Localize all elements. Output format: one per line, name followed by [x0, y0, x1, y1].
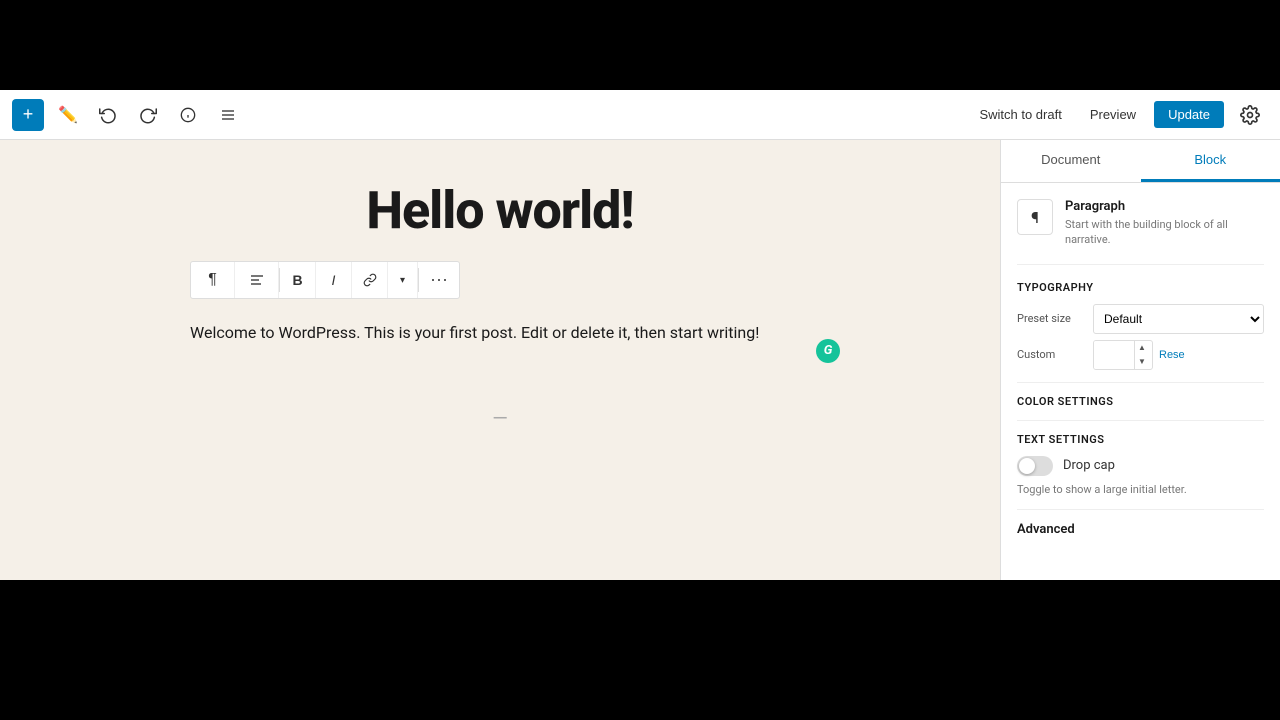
drop-cap-toggle[interactable] [1017, 456, 1053, 476]
typography-title: Typography [1017, 281, 1264, 294]
italic-button[interactable]: I [316, 262, 352, 298]
size-up-arrow[interactable]: ▲ [1135, 341, 1149, 355]
divider2 [1017, 382, 1264, 383]
list-view-button[interactable] [212, 99, 244, 131]
custom-label: Custom [1017, 348, 1087, 361]
grammarly-icon: G [824, 340, 833, 362]
bold-button[interactable]: B [280, 262, 316, 298]
size-stepper: ▲ ▼ [1134, 341, 1149, 369]
tab-document[interactable]: Document [1001, 140, 1141, 182]
editor-canvas: Hello world! ¶ B I ▾ ⋯ Welcome to WordPr… [0, 140, 1000, 580]
block-info: ¶ Paragraph Start with the building bloc… [1017, 199, 1264, 248]
size-down-arrow[interactable]: ▼ [1135, 355, 1149, 369]
link-button[interactable] [352, 262, 388, 298]
advanced-title[interactable]: Advanced [1017, 522, 1264, 537]
custom-size-input-wrap: ▲ ▼ [1093, 340, 1153, 370]
post-body[interactable]: Welcome to WordPress. This is your first… [190, 319, 810, 346]
post-title[interactable]: Hello world! [190, 180, 810, 241]
update-button[interactable]: Update [1154, 101, 1224, 128]
redo-button[interactable] [132, 99, 164, 131]
block-name: Paragraph [1065, 199, 1264, 214]
toggle-knob [1019, 458, 1035, 474]
grammarly-badge[interactable]: G [816, 339, 840, 363]
color-settings-title: Color settings [1017, 395, 1264, 408]
block-description: Paragraph Start with the building block … [1065, 199, 1264, 248]
reset-button[interactable]: Rese [1159, 349, 1185, 361]
bottom-black-bar [0, 580, 1280, 720]
drop-cap-label: Drop cap [1063, 458, 1115, 473]
divider1 [1017, 264, 1264, 265]
block-type-icon[interactable]: ¶ [1017, 199, 1053, 235]
preview-button[interactable]: Preview [1080, 101, 1146, 128]
undo-button[interactable] [92, 99, 124, 131]
text-settings-section: Text settings Drop cap Toggle to show a … [1017, 433, 1264, 497]
more-options-dropdown[interactable]: ▾ [388, 262, 418, 298]
add-block-button[interactable]: + [12, 99, 44, 131]
tools-button[interactable]: ✏️ [52, 99, 84, 131]
divider4 [1017, 509, 1264, 510]
preset-size-label: Preset size [1017, 312, 1087, 325]
align-button[interactable] [235, 262, 279, 298]
drop-cap-desc: Toggle to show a large initial letter. [1017, 482, 1264, 497]
block-desc-text: Start with the building block of all nar… [1065, 217, 1264, 248]
more-button[interactable]: ⋯ [419, 262, 459, 298]
sidebar: Document Block ¶ Paragraph Start with th… [1000, 140, 1280, 580]
post-content: Hello world! ¶ B I ▾ ⋯ Welcome to WordPr… [190, 180, 810, 430]
drop-cap-toggle-row: Drop cap [1017, 456, 1264, 476]
color-settings-section: Color settings [1017, 395, 1264, 408]
custom-size-row: Custom ▲ ▼ Rese [1017, 340, 1264, 370]
paragraph-type-button[interactable]: ¶ [191, 262, 235, 298]
block-toolbar: ¶ B I ▾ ⋯ [190, 261, 460, 299]
tab-block[interactable]: Block [1141, 140, 1280, 182]
switch-to-draft-button[interactable]: Switch to draft [969, 101, 1071, 128]
preset-size-select[interactable]: Default Small Normal Medium Large X-Larg… [1093, 304, 1264, 334]
preset-size-row: Preset size Default Small Normal Medium … [1017, 304, 1264, 334]
toolbar-right: Switch to draft Preview Update [969, 97, 1268, 133]
editor-toolbar: + ✏️ Switch to draft Preview Update [0, 90, 1280, 140]
sidebar-panel: ¶ Paragraph Start with the building bloc… [1001, 183, 1280, 553]
add-block-hint[interactable]: — [190, 406, 810, 430]
sidebar-tabs: Document Block [1001, 140, 1280, 183]
custom-size-input[interactable] [1094, 341, 1134, 369]
info-button[interactable] [172, 99, 204, 131]
text-settings-title: Text settings [1017, 433, 1264, 446]
typography-section: Typography Preset size Default Small Nor… [1017, 281, 1264, 370]
settings-button[interactable] [1232, 97, 1268, 133]
divider3 [1017, 420, 1264, 421]
post-body-text: Welcome to WordPress. This is your first… [190, 319, 810, 346]
advanced-section: Advanced [1017, 522, 1264, 537]
